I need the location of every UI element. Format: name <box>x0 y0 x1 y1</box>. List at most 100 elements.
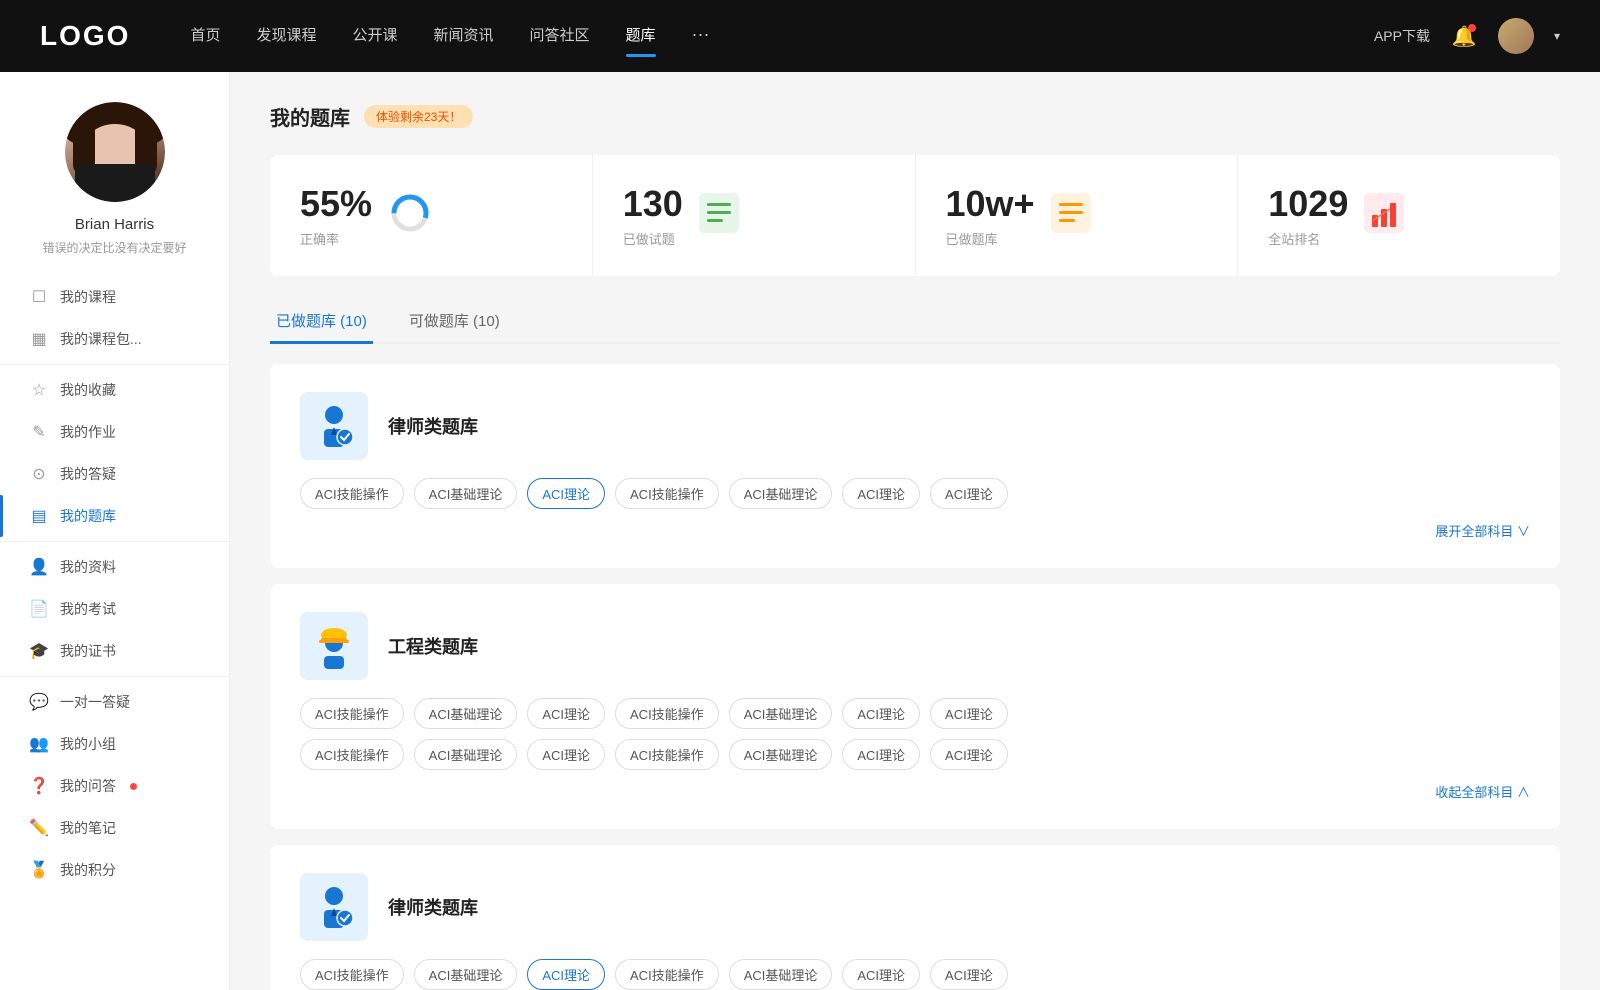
sidebar-item-my-questions[interactable]: ⊙ 我的答疑 <box>0 453 229 495</box>
sidebar-item-label: 我的证书 <box>60 641 116 661</box>
app-download-button[interactable]: APP下载 <box>1374 26 1430 46</box>
sidebar-item-label: 我的考试 <box>60 599 116 619</box>
divider3 <box>0 676 229 677</box>
sidebar-item-my-points[interactable]: 🏅 我的积分 <box>0 849 229 891</box>
tag[interactable]: ACI技能操作 <box>615 739 719 770</box>
tag[interactable]: ACI技能操作 <box>615 959 719 990</box>
tag[interactable]: ACI基础理论 <box>414 959 518 990</box>
nav-discover[interactable]: 发现课程 <box>256 24 316 49</box>
sidebar-item-my-qa[interactable]: ❓ 我的问答 <box>0 765 229 807</box>
tags-row-engineer-1: ACI技能操作 ACI基础理论 ACI理论 ACI技能操作 ACI基础理论 AC… <box>300 698 1530 729</box>
avatar-image <box>1498 18 1534 54</box>
sidebar-menu: ☐ 我的课程 ▦ 我的课程包... ☆ 我的收藏 ✎ 我的作业 ⊙ 我的答疑 ▤ <box>0 276 229 891</box>
tag[interactable]: ACI技能操作 <box>615 698 719 729</box>
stat-accuracy-text: 55% 正确率 <box>300 183 372 248</box>
sidebar-item-label: 我的作业 <box>60 422 116 442</box>
bank-card-header-lawyer-1: 律师类题库 <box>300 392 1530 460</box>
bank-title-lawyer-2: 律师类题库 <box>388 894 478 920</box>
divider2 <box>0 541 229 542</box>
bar-chart-icon <box>1364 193 1404 238</box>
tag[interactable]: ACI理论 <box>930 478 1008 509</box>
tag[interactable]: ACI技能操作 <box>300 698 404 729</box>
bank-title-lawyer-1: 律师类题库 <box>388 413 478 439</box>
sidebar-item-my-profile[interactable]: 👤 我的资料 <box>0 546 229 588</box>
tag[interactable]: ACI基础理论 <box>729 959 833 990</box>
tags-row-lawyer-1: ACI技能操作 ACI基础理论 ACI理论 ACI技能操作 ACI基础理论 AC… <box>300 478 1530 509</box>
tag-active[interactable]: ACI理论 <box>527 959 605 990</box>
nav-more[interactable]: ··· <box>692 24 710 49</box>
sidebar-item-label: 我的笔记 <box>60 818 116 838</box>
sidebar-item-my-favorites[interactable]: ☆ 我的收藏 <box>0 369 229 411</box>
sidebar-item-my-course[interactable]: ☐ 我的课程 <box>0 276 229 318</box>
tag[interactable]: ACI理论 <box>842 698 920 729</box>
tag[interactable]: ACI技能操作 <box>300 478 404 509</box>
sidebar-item-my-cert[interactable]: 🎓 我的证书 <box>0 630 229 672</box>
stat-banks-label: 已做题库 <box>946 229 1035 248</box>
notes-icon: ✏️ <box>30 819 48 837</box>
notification-dot <box>1468 24 1476 32</box>
qa-icon: ❓ <box>30 777 48 795</box>
tag[interactable]: ACI技能操作 <box>300 739 404 770</box>
tag-active[interactable]: ACI理论 <box>527 478 605 509</box>
tag[interactable]: ACI理论 <box>527 739 605 770</box>
tag[interactable]: ACI基础理论 <box>729 739 833 770</box>
stat-done-label: 已做试题 <box>623 229 683 248</box>
notification-bell[interactable]: 🔔 <box>1450 22 1478 50</box>
sidebar-avatar <box>65 102 165 202</box>
sidebar-item-my-exam[interactable]: 📄 我的考试 <box>0 588 229 630</box>
tag[interactable]: ACI基础理论 <box>414 698 518 729</box>
stat-done-banks: 10w+ 已做题库 <box>916 155 1239 276</box>
tag[interactable]: ACI技能操作 <box>615 478 719 509</box>
nav-home[interactable]: 首页 <box>190 24 220 49</box>
tab-available-banks[interactable]: 可做题库 (10) <box>403 300 506 344</box>
nav-questionbank[interactable]: 题库 <box>626 24 656 49</box>
tag[interactable]: ACI基础理论 <box>729 478 833 509</box>
unread-dot <box>130 783 137 790</box>
sidebar-item-my-homework[interactable]: ✎ 我的作业 <box>0 411 229 453</box>
sidebar-item-label: 我的课程包... <box>60 329 142 349</box>
profile-icon: 👤 <box>30 558 48 576</box>
stat-ranking: 1029 全站排名 <box>1238 155 1560 276</box>
list-orange-icon <box>1051 193 1091 238</box>
nav-qa[interactable]: 问答社区 <box>530 24 590 49</box>
expand-link-lawyer-1[interactable]: 展开全部科目 ∨ <box>300 521 1530 540</box>
sidebar-item-my-questionbank[interactable]: ▤ 我的题库 <box>0 495 229 537</box>
stat-accuracy-number: 55% <box>300 183 372 225</box>
user-avatar[interactable] <box>1498 18 1534 54</box>
tag[interactable]: ACI理论 <box>527 698 605 729</box>
page-title: 我的题库 <box>270 102 350 131</box>
logo[interactable]: LOGO <box>40 20 130 52</box>
tag[interactable]: ACI基础理论 <box>414 478 518 509</box>
stat-ranking-label: 全站排名 <box>1268 229 1348 248</box>
stat-banks-text: 10w+ 已做题库 <box>946 183 1035 248</box>
tag[interactable]: ACI技能操作 <box>300 959 404 990</box>
sidebar-item-my-notes[interactable]: ✏️ 我的笔记 <box>0 807 229 849</box>
tag[interactable]: ACI理论 <box>842 959 920 990</box>
tag[interactable]: ACI基础理论 <box>414 739 518 770</box>
divider1 <box>0 364 229 365</box>
expand-link-engineer[interactable]: 收起全部科目 ∧ <box>300 782 1530 801</box>
sidebar-item-my-package[interactable]: ▦ 我的课程包... <box>0 318 229 360</box>
bank-card-header-engineer: 工程类题库 <box>300 612 1530 680</box>
lawyer-icon-2 <box>300 873 368 941</box>
sidebar-item-one-on-one[interactable]: 💬 一对一答疑 <box>0 681 229 723</box>
tag[interactable]: ACI理论 <box>930 698 1008 729</box>
list-green-icon <box>699 193 739 238</box>
sidebar-item-my-group[interactable]: 👥 我的小组 <box>0 723 229 765</box>
tag[interactable]: ACI理论 <box>930 739 1008 770</box>
user-menu-chevron-icon[interactable]: ▾ <box>1554 29 1560 43</box>
tab-done-banks[interactable]: 已做题库 (10) <box>270 300 373 344</box>
stat-ranking-text: 1029 全站排名 <box>1268 183 1348 248</box>
sidebar-item-label: 我的答疑 <box>60 464 116 484</box>
stat-accuracy-label: 正确率 <box>300 229 372 248</box>
sidebar-item-label: 我的课程 <box>60 287 116 307</box>
nav-news[interactable]: 新闻资讯 <box>434 24 494 49</box>
one-on-one-icon: 💬 <box>30 693 48 711</box>
tag[interactable]: ACI理论 <box>842 739 920 770</box>
tag[interactable]: ACI基础理论 <box>729 698 833 729</box>
tag[interactable]: ACI理论 <box>930 959 1008 990</box>
nav-links: 首页 发现课程 公开课 新闻资讯 问答社区 题库 ··· <box>190 24 1374 49</box>
tag[interactable]: ACI理论 <box>842 478 920 509</box>
nav-opencourse[interactable]: 公开课 <box>352 24 397 49</box>
bank-card-engineer: 工程类题库 ACI技能操作 ACI基础理论 ACI理论 ACI技能操作 ACI基… <box>270 584 1560 829</box>
